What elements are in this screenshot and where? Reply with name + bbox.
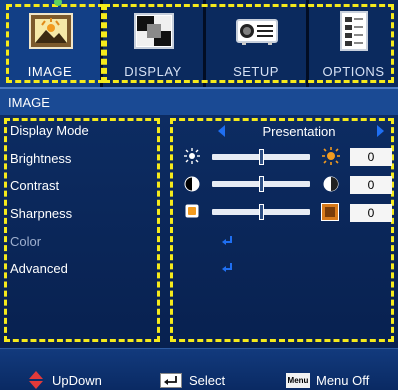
tab-setup[interactable]: SETUP bbox=[206, 0, 306, 87]
brightness-slider[interactable] bbox=[212, 149, 310, 165]
tab-label: SETUP bbox=[233, 64, 279, 79]
image-icon bbox=[29, 13, 73, 49]
contrast-high-icon bbox=[323, 176, 339, 192]
menu-item-sharpness[interactable]: Sharpness bbox=[10, 206, 72, 221]
sharpness-slider[interactable] bbox=[212, 204, 310, 220]
select-hint: Select bbox=[189, 373, 226, 388]
menu-item-advanced[interactable]: Advanced bbox=[10, 261, 68, 276]
enter-arrow-icon[interactable] bbox=[221, 235, 233, 247]
brightness-low-icon bbox=[184, 148, 200, 164]
key-hint-bar: UpDown Select Menu Menu Off bbox=[0, 348, 398, 390]
sharpness-high-icon bbox=[321, 203, 339, 221]
menu-key-icon: Menu bbox=[286, 373, 310, 388]
sharpness-low-icon bbox=[185, 204, 199, 218]
previous-mode-arrow-icon[interactable] bbox=[218, 125, 225, 137]
tab-label: OPTIONS bbox=[322, 64, 385, 79]
tab-display[interactable]: DISPLAY bbox=[103, 0, 203, 87]
updown-hint: UpDown bbox=[52, 373, 102, 388]
menu-item-display-mode[interactable]: Display Mode bbox=[10, 123, 89, 138]
tab-label: IMAGE bbox=[27, 64, 73, 79]
contrast-slider[interactable] bbox=[212, 176, 310, 192]
slider-thumb[interactable] bbox=[258, 176, 264, 192]
brightness-value: 0 bbox=[350, 148, 392, 166]
brightness-high-icon bbox=[322, 147, 340, 165]
menu-item-brightness[interactable]: Brightness bbox=[10, 151, 71, 166]
options-icon bbox=[340, 11, 368, 51]
contrast-low-icon bbox=[184, 176, 200, 192]
main-tabs: IMAGE DISPLAY SETUP OPTIONS bbox=[0, 0, 398, 87]
page-title: IMAGE bbox=[8, 95, 50, 110]
enter-arrow-icon[interactable] bbox=[221, 262, 233, 274]
slider-thumb[interactable] bbox=[258, 149, 264, 165]
menu-off-hint: Menu Off bbox=[316, 373, 370, 388]
tab-indicator-icon bbox=[54, 0, 62, 6]
projector-icon bbox=[236, 19, 278, 45]
tab-options[interactable]: OPTIONS bbox=[309, 0, 398, 87]
menu-item-color[interactable]: Color bbox=[10, 234, 41, 249]
display-mode-value: Presentation bbox=[262, 124, 336, 139]
contrast-value: 0 bbox=[350, 176, 392, 194]
updown-arrows-icon bbox=[29, 371, 43, 389]
section-header: IMAGE bbox=[0, 87, 398, 115]
tab-image[interactable]: IMAGE bbox=[0, 0, 100, 87]
enter-key-icon bbox=[160, 373, 182, 388]
slider-thumb[interactable] bbox=[258, 204, 264, 220]
tab-label: DISPLAY bbox=[124, 64, 182, 79]
watermark bbox=[0, 305, 398, 331]
sharpness-value: 0 bbox=[350, 204, 392, 222]
next-mode-arrow-icon[interactable] bbox=[377, 125, 384, 137]
menu-item-contrast[interactable]: Contrast bbox=[10, 178, 59, 193]
display-icon bbox=[134, 13, 174, 49]
